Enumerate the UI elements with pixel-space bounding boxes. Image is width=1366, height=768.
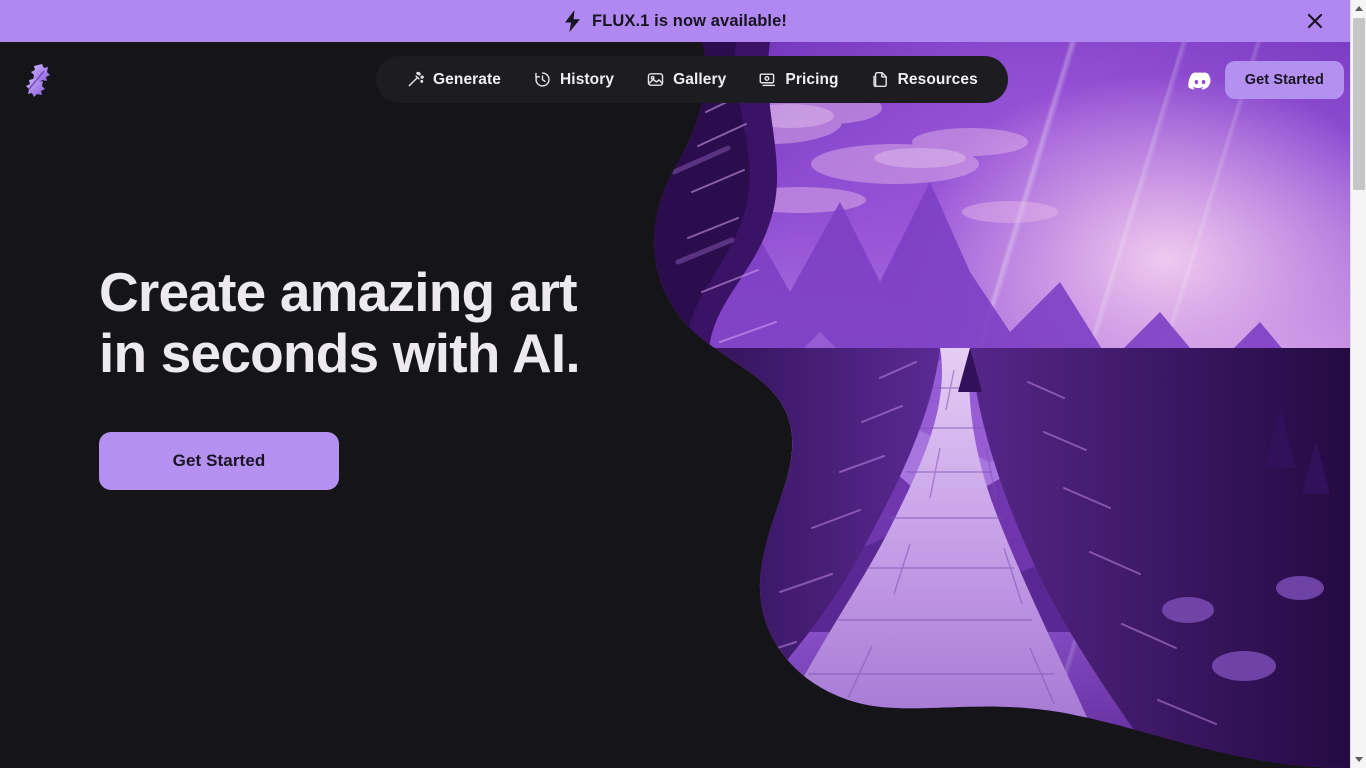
hero-image [640,42,1350,768]
nav-item-resources-label: Resources [897,70,978,88]
announcement-banner-text: FLUX.1 is now available! [592,11,787,30]
clock-history-icon [533,70,552,89]
scroll-down-arrow-icon[interactable] [1351,751,1366,768]
cobblestone-path [640,348,1350,768]
document-icon [871,70,890,89]
close-icon[interactable] [1302,8,1328,34]
hero-title-line-2: in seconds with AI. [99,322,581,384]
nav-item-history-label: History [560,70,615,88]
nav-item-resources[interactable]: Resources [859,63,990,96]
page-root: FLUX.1 is now available! Generate Histor… [0,0,1366,768]
hero-section: Create amazing art in seconds with AI. G… [99,262,619,490]
nav-item-generate[interactable]: Generate [394,63,513,96]
magic-wand-icon [406,70,425,89]
nav-item-gallery[interactable]: Gallery [634,63,738,96]
scroll-up-arrow-icon[interactable] [1351,0,1366,17]
hero-title-line-1: Create amazing art [99,261,578,323]
vertical-scrollbar[interactable] [1350,0,1366,768]
image-icon [646,70,665,89]
main-navigation: Generate History Gallery Pricing Resourc… [376,56,1008,103]
announcement-banner: FLUX.1 is now available! [0,0,1350,42]
hero-get-started-button[interactable]: Get Started [99,432,339,490]
nav-item-generate-label: Generate [433,70,501,88]
payment-card-icon [758,70,777,89]
nav-item-pricing-label: Pricing [785,70,839,88]
scrollbar-thumb[interactable] [1353,18,1365,190]
nav-item-pricing[interactable]: Pricing [746,63,850,96]
discord-icon[interactable] [1186,66,1214,94]
announcement-banner-content: FLUX.1 is now available! [563,10,787,32]
page-title: Create amazing art in seconds with AI. [99,262,619,384]
lightning-bolt-icon [563,10,582,32]
brand-logo-icon[interactable] [14,58,58,102]
header-get-started-button[interactable]: Get Started [1224,61,1344,99]
nav-item-history[interactable]: History [521,63,626,96]
nav-item-gallery-label: Gallery [673,70,727,88]
